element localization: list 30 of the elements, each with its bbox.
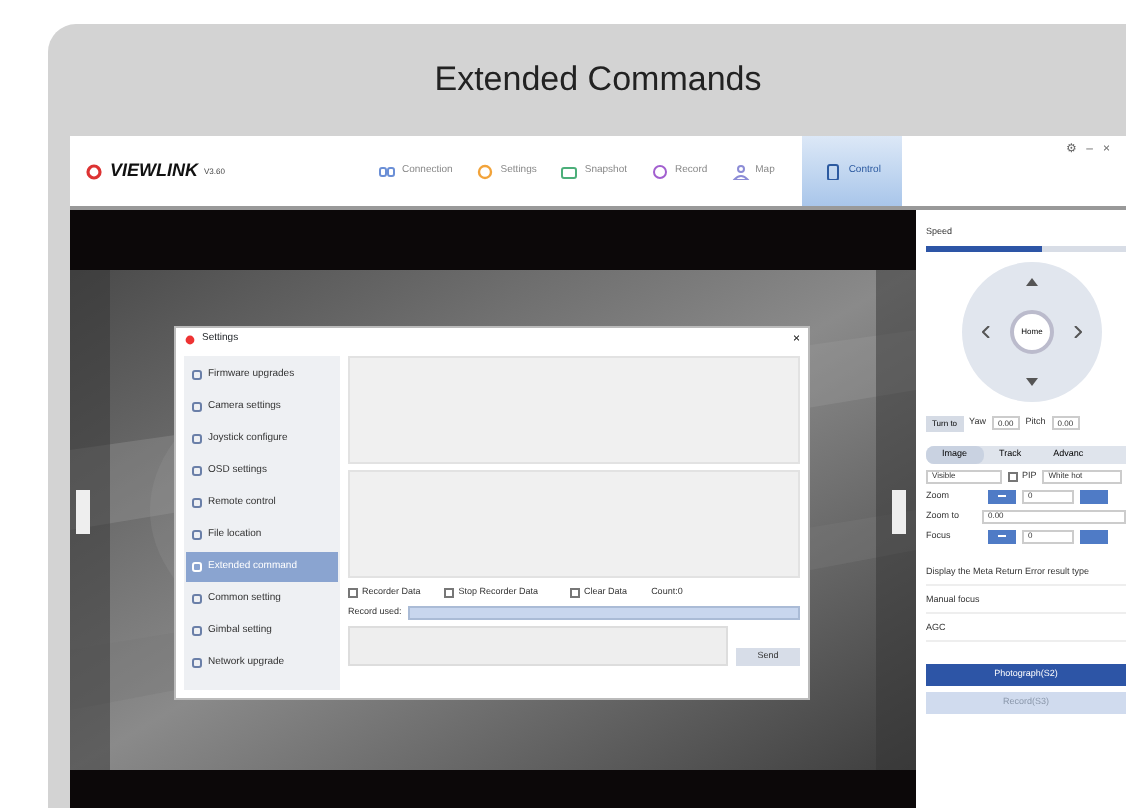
link-icon [378, 163, 396, 179]
camera-icon [560, 163, 579, 179]
down-arrow-icon[interactable] [1026, 377, 1038, 386]
up-arrow-icon[interactable] [1026, 277, 1038, 286]
square-icon [192, 370, 202, 380]
plus-button[interactable] [1080, 489, 1108, 504]
slider-track[interactable] [926, 245, 1126, 252]
square-icon [192, 626, 202, 636]
side-handle[interactable] [76, 490, 90, 534]
square-icon [192, 562, 202, 572]
minus-button[interactable] [988, 489, 1016, 504]
page-title: Extended Commands [432, 58, 764, 103]
square-icon [192, 434, 202, 444]
side-handle[interactable] [892, 490, 906, 534]
select-field[interactable] [407, 606, 800, 620]
logo-icon [86, 163, 102, 179]
square-icon [192, 466, 202, 476]
input-field[interactable] [348, 626, 728, 666]
square-icon [192, 658, 202, 668]
square-icon [192, 402, 202, 412]
phone-icon [824, 163, 843, 179]
logo: VIEWLINK [110, 157, 198, 184]
square-icon [192, 498, 202, 508]
square-icon [192, 594, 202, 604]
person-icon [731, 163, 750, 179]
plus-button[interactable] [1080, 529, 1108, 544]
minus-icon [998, 494, 1006, 499]
minus-icon [998, 534, 1006, 539]
minus-button[interactable] [988, 529, 1016, 544]
square-icon [192, 530, 202, 540]
